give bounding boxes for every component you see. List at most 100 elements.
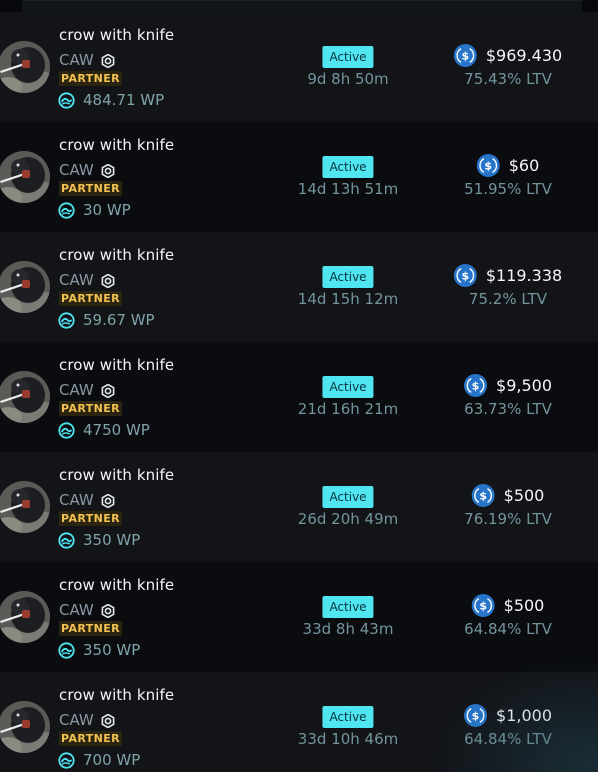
token-avatar [0,701,50,753]
verified-badge-icon [101,163,115,179]
token-ticker: CAW [59,491,94,509]
loan-amount: $119.338 [485,266,563,285]
wave-points-icon [58,91,75,109]
svg-text:$: $ [472,380,480,393]
token-name: crow with knife [59,466,175,484]
partner-badge: PARTNER [59,181,123,196]
wave-points-icon [58,751,75,769]
wave-points-line: 350 WP [58,530,140,550]
status-badge: Active [322,156,374,178]
loan-row[interactable]: crow with knife CAW PARTNER [0,562,598,672]
ticker-line: CAW [59,50,115,70]
svg-text:$: $ [484,160,492,173]
partner-badge: PARTNER [59,401,123,416]
loan-duration: 26d 20h 49m [297,510,399,528]
token-name: crow with knife [59,576,175,594]
status-badge: Active [322,486,374,508]
loan-row[interactable]: crow with knife CAW PARTNER [0,232,598,342]
loan-ltv: 63.73% LTV [464,400,552,418]
amount-line: $ $500 [471,594,545,617]
ticker-line: CAW [59,490,115,510]
loan-ltv: 76.19% LTV [464,510,552,528]
partner-badge: PARTNER [59,511,123,526]
list-top-edge [0,0,598,13]
status-badge: Active [322,266,374,288]
loan-row[interactable]: crow with knife CAW PARTNER [0,342,598,452]
svg-text:$: $ [479,490,487,503]
wave-points-line: 350 WP [58,640,140,660]
wave-points-value: 30 WP [83,201,131,219]
partner-badge: PARTNER [59,71,123,86]
wave-points-line: 484.71 WP [58,90,164,110]
wave-points-line: 700 WP [58,750,140,770]
svg-text:$: $ [479,600,487,613]
wave-points-line: 30 WP [58,200,131,220]
token-ticker: CAW [59,271,94,289]
svg-text:$: $ [462,270,470,283]
amount-line: $ $1,000 [464,704,552,727]
loan-ltv: 75.2% LTV [468,290,548,308]
amount-line: $ $60 [476,154,540,177]
token-ticker: CAW [59,381,94,399]
usdc-coin-icon: $ [453,264,477,287]
loan-ltv: 64.84% LTV [464,620,552,638]
token-name: crow with knife [59,686,175,704]
loan-amount: $500 [503,596,545,615]
loan-row[interactable]: crow with knife CAW PARTNER [0,452,598,562]
ticker-line: CAW [59,160,115,180]
loan-duration: 9d 8h 50m [307,70,389,88]
usdc-coin-icon: $ [471,594,495,617]
wave-points-icon [58,421,75,439]
loan-row[interactable]: crow with knife CAW PARTNER [0,122,598,232]
svg-text:$: $ [462,50,470,63]
loan-ltv: 64.84% LTV [464,730,552,748]
token-avatar [0,41,50,93]
status-badge: Active [322,376,374,398]
svg-text:$: $ [472,710,480,723]
status-badge: Active [322,46,374,68]
token-ticker: CAW [59,51,94,69]
loan-amount: $1,000 [496,706,552,725]
wave-points-value: 59.67 WP [83,311,155,329]
wave-points-icon [58,311,75,329]
partner-badge: PARTNER [59,621,123,636]
wave-points-icon [58,201,75,219]
token-avatar [0,481,50,533]
status-badge: Active [322,706,374,728]
usdc-coin-icon: $ [464,374,488,397]
loan-row[interactable]: crow with knife CAW PARTNER [0,672,598,772]
wave-points-value: 484.71 WP [83,91,165,109]
loan-duration: 14d 15h 12m [297,290,399,308]
wave-points-value: 4750 WP [83,421,150,439]
verified-badge-icon [101,603,115,619]
loan-row[interactable]: crow with knife CAW PARTNER [0,12,598,122]
partner-badge: PARTNER [59,731,123,746]
loan-ltv: 51.95% LTV [464,180,552,198]
loan-amount: $9,500 [496,376,552,395]
amount-line: $ $969.430 [453,44,563,67]
usdc-coin-icon: $ [464,704,488,727]
token-name: crow with knife [59,246,175,264]
token-avatar [0,261,50,313]
verified-badge-icon [101,493,115,509]
token-ticker: CAW [59,711,94,729]
token-avatar [0,151,50,203]
loan-ltv: 75.43% LTV [464,70,552,88]
wave-points-icon [58,641,75,659]
verified-badge-icon [101,53,115,69]
wave-points-value: 350 WP [83,641,141,659]
amount-line: $ $500 [471,484,544,507]
usdc-coin-icon: $ [476,154,500,177]
ticker-line: CAW [59,380,115,400]
loan-amount: $60 [508,156,540,175]
usdc-coin-icon: $ [453,44,477,67]
partner-badge: PARTNER [59,291,123,306]
wave-points-line: 4750 WP [58,420,150,440]
loan-amount: $969.430 [485,46,563,65]
loan-duration: 21d 16h 21m [297,400,399,418]
verified-badge-icon [101,383,115,399]
verified-badge-icon [101,713,115,729]
ticker-line: CAW [59,710,115,730]
amount-line: $ $9,500 [464,374,552,397]
wave-points-value: 700 WP [83,751,141,769]
